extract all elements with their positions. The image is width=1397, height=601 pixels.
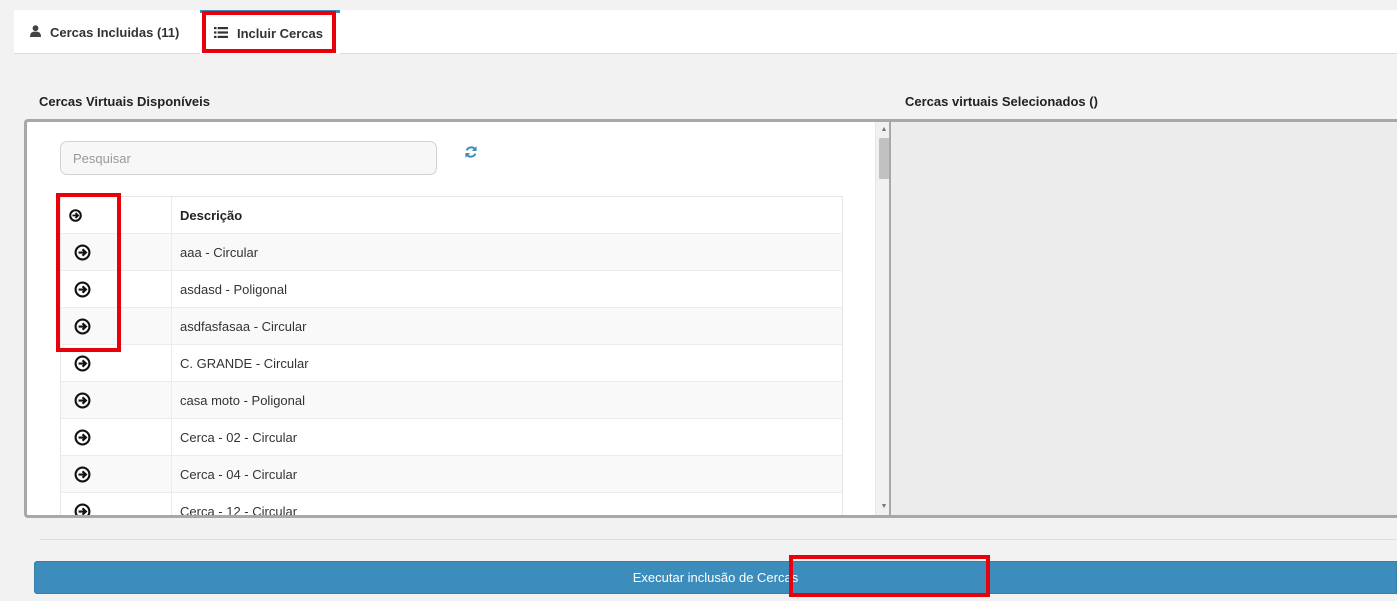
row-description: asdasd - Poligonal — [180, 281, 287, 297]
available-panel: Descrição aaa - Circular asdasd - Poligo… — [24, 119, 892, 518]
available-table: Descrição aaa - Circular asdasd - Poligo… — [60, 196, 843, 519]
column-header-descricao: Descrição — [180, 207, 243, 223]
row-description: Cerca - 04 - Circular — [180, 466, 298, 482]
table-header-row: Descrição — [61, 197, 842, 234]
table-row: C. GRANDE - Circular — [61, 345, 842, 382]
row-description: Cerca - 12 - Circular — [180, 503, 298, 518]
row-description: asdfasfasaa - Circular — [180, 318, 307, 334]
arrow-circle-right-icon[interactable] — [74, 244, 91, 261]
arrow-circle-right-icon[interactable] — [74, 281, 91, 298]
table-row: Cerca - 02 - Circular — [61, 419, 842, 456]
table-row: casa moto - Poligonal — [61, 382, 842, 419]
selected-panel — [889, 119, 1397, 518]
table-row: aaa - Circular — [61, 234, 842, 271]
divider — [40, 539, 1397, 540]
search-input[interactable] — [60, 141, 437, 175]
row-description: casa moto - Poligonal — [180, 392, 306, 408]
tab-cercas-incluidas[interactable]: Cercas Incluidas (11) — [30, 10, 179, 54]
table-row: asdfasfasaa - Circular — [61, 308, 842, 345]
table-row: Cerca - 12 - Circular — [61, 493, 842, 519]
arrow-circle-right-icon[interactable] — [74, 466, 91, 483]
available-title: Cercas Virtuais Disponíveis — [39, 94, 211, 109]
arrow-circle-right-icon[interactable] — [74, 503, 91, 519]
tab-bar: Cercas Incluidas (11) Incluir Cercas — [14, 10, 1397, 54]
tab-incluir-cercas[interactable]: Incluir Cercas — [200, 10, 340, 54]
selected-title: Cercas virtuais Selecionados () — [905, 94, 1098, 109]
row-description: aaa - Circular — [180, 244, 259, 260]
list-icon — [214, 26, 228, 41]
arrow-circle-right-icon[interactable] — [74, 429, 91, 446]
tab-cercas-incluidas-label: Cercas Incluidas (11) — [50, 24, 180, 40]
arrow-circle-right-icon[interactable] — [74, 318, 91, 335]
tab-incluir-cercas-label: Incluir Cercas — [237, 26, 323, 41]
table-row: Cerca - 04 - Circular — [61, 456, 842, 493]
arrow-circle-right-icon[interactable] — [69, 208, 82, 222]
row-description: Cerca - 02 - Circular — [180, 429, 298, 445]
user-icon — [30, 24, 41, 40]
arrow-circle-right-icon[interactable] — [74, 355, 91, 372]
table-row: asdasd - Poligonal — [61, 271, 842, 308]
execute-include-button[interactable]: Executar inclusão de Cercas — [34, 561, 1397, 594]
arrow-circle-right-icon[interactable] — [74, 392, 91, 409]
refresh-icon[interactable] — [464, 145, 482, 163]
row-description: C. GRANDE - Circular — [180, 355, 309, 371]
